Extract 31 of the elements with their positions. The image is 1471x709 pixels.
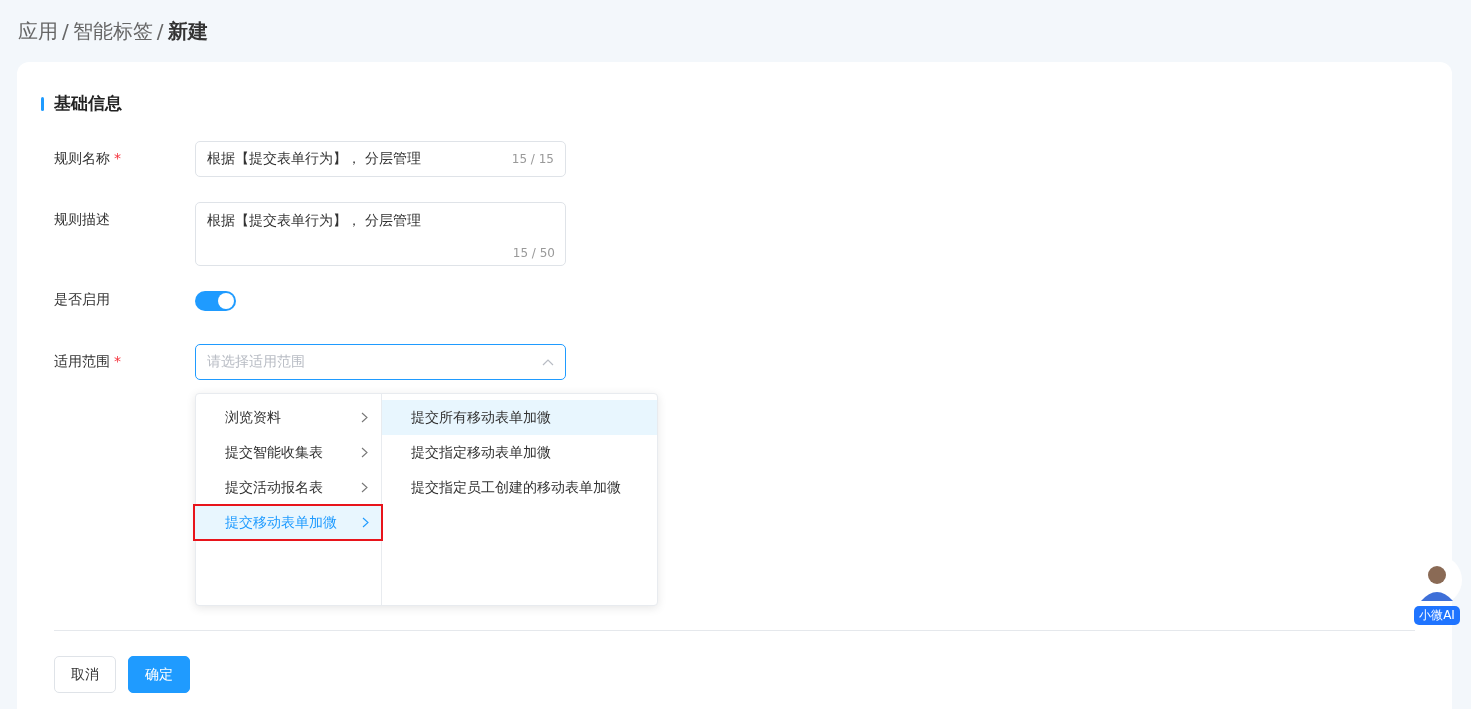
cancel-button[interactable]: 取消 (54, 656, 116, 693)
character-count: 15 / 15 (511, 152, 554, 166)
cascader-option[interactable]: 提交所有移动表单加微 (382, 400, 657, 435)
cascader-option[interactable]: 提交活动报名表 (196, 470, 381, 505)
field-label: 是否启用 (54, 291, 110, 309)
section-title: 基础信息 (54, 92, 122, 115)
required-mark: * (114, 150, 121, 166)
breadcrumb-separator: / (156, 19, 164, 43)
cascader-option[interactable]: 提交智能收集表 (196, 435, 381, 470)
chevron-right-icon (361, 412, 368, 423)
text-input[interactable]: 根据【提交表单行为】， 分层管理 15 / 15 (195, 141, 566, 177)
chevron-right-icon (361, 447, 368, 458)
field-label: 规则描述 (54, 211, 110, 229)
caret-icon (542, 358, 554, 366)
field-label: 适用范围 (54, 353, 110, 371)
assistant-label[interactable]: 小微AI (1414, 606, 1460, 625)
textarea-field[interactable]: 根据【提交表单行为】， 分层管理 15 / 50 (195, 202, 566, 266)
breadcrumb-current: 新建 (167, 17, 208, 45)
character-count: 15 / 50 (512, 246, 555, 260)
breadcrumb-separator: / (62, 19, 69, 43)
section-marker (41, 96, 44, 111)
chevron-right-icon (361, 482, 368, 493)
cascader-option[interactable]: 提交指定移动表单加微 (382, 435, 657, 470)
cascader-option[interactable]: 浏览资料 (196, 400, 381, 435)
required-mark: * (114, 353, 121, 369)
toggle-switch[interactable] (195, 291, 236, 311)
cascader-option[interactable]: 提交指定员工创建的移动表单加微 (382, 470, 657, 505)
field-label: 规则名称 (54, 150, 110, 168)
breadcrumb-link[interactable]: 智能标签 (72, 17, 153, 45)
chevron-right-icon (362, 517, 369, 528)
breadcrumb-link[interactable]: 应用 (18, 17, 58, 45)
